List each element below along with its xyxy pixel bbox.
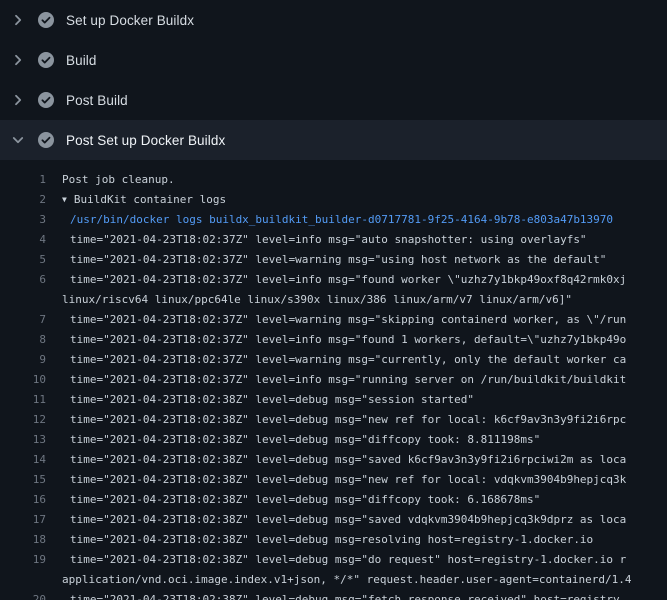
log-line: 2 ▼ BuildKit container logs xyxy=(0,190,667,210)
line-number[interactable]: 19 xyxy=(0,550,46,570)
line-number[interactable]: 10 xyxy=(0,370,46,390)
log-line: 15 time="2021-04-23T18:02:38Z" level=deb… xyxy=(0,470,667,490)
step-label: Set up Docker Buildx xyxy=(66,13,194,28)
line-number[interactable]: 2 xyxy=(0,190,46,210)
log-text: time="2021-04-23T18:02:37Z" level=warnin… xyxy=(46,310,626,330)
log-line: linux/riscv64 linux/ppc64le linux/s390x … xyxy=(0,290,667,310)
line-number[interactable]: 6 xyxy=(0,270,46,290)
step-row[interactable]: Post Set up Docker Buildx xyxy=(0,120,667,160)
log-text: time="2021-04-23T18:02:38Z" level=debug … xyxy=(46,550,626,570)
line-number[interactable]: 20 xyxy=(0,590,46,600)
line-number[interactable]: 14 xyxy=(0,450,46,470)
group-collapse-icon[interactable]: ▼ xyxy=(62,190,67,210)
log-line: 18 time="2021-04-23T18:02:38Z" level=deb… xyxy=(0,530,667,550)
log-line: 14 time="2021-04-23T18:02:38Z" level=deb… xyxy=(0,450,667,470)
log-line: 20 time="2021-04-23T18:02:38Z" level=deb… xyxy=(0,590,667,600)
chevron-down-icon xyxy=(10,132,26,148)
log-text: time="2021-04-23T18:02:37Z" level=warnin… xyxy=(46,250,606,270)
line-number[interactable]: 9 xyxy=(0,350,46,370)
log-line: 3 /usr/bin/docker logs buildx_buildkit_b… xyxy=(0,210,667,230)
line-number[interactable]: 4 xyxy=(0,230,46,250)
step-row[interactable]: Post Build xyxy=(0,80,667,120)
log-line: 17 time="2021-04-23T18:02:38Z" level=deb… xyxy=(0,510,667,530)
step-row[interactable]: Build xyxy=(0,40,667,80)
log-line: 10 time="2021-04-23T18:02:37Z" level=inf… xyxy=(0,370,667,390)
log-line: 7 time="2021-04-23T18:02:37Z" level=warn… xyxy=(0,310,667,330)
step-label: Post Build xyxy=(66,93,128,108)
step-row[interactable]: Set up Docker Buildx xyxy=(0,0,667,40)
log-line: 5 time="2021-04-23T18:02:37Z" level=warn… xyxy=(0,250,667,270)
line-number[interactable]: 5 xyxy=(0,250,46,270)
line-number[interactable]: 17 xyxy=(0,510,46,530)
check-circle-icon xyxy=(38,12,54,28)
log-line: 11 time="2021-04-23T18:02:38Z" level=deb… xyxy=(0,390,667,410)
log-line: 1 Post job cleanup. xyxy=(0,170,667,190)
log-text: time="2021-04-23T18:02:38Z" level=debug … xyxy=(46,590,620,600)
step-label: Post Set up Docker Buildx xyxy=(66,133,225,148)
log-text: application/vnd.oci.image.index.v1+json,… xyxy=(46,570,632,590)
command-text: /usr/bin/docker logs buildx_buildkit_bui… xyxy=(46,210,613,230)
log-text: linux/riscv64 linux/ppc64le linux/s390x … xyxy=(46,290,572,310)
line-number[interactable]: 8 xyxy=(0,330,46,350)
log-line: 8 time="2021-04-23T18:02:37Z" level=info… xyxy=(0,330,667,350)
log-text: time="2021-04-23T18:02:37Z" level=info m… xyxy=(46,230,587,250)
check-circle-icon xyxy=(38,132,54,148)
step-label: Build xyxy=(66,53,97,68)
log-line: 13 time="2021-04-23T18:02:38Z" level=deb… xyxy=(0,430,667,450)
log-text: ▼ BuildKit container logs xyxy=(46,190,226,210)
log-text: time="2021-04-23T18:02:38Z" level=debug … xyxy=(46,490,540,510)
log-area: 1 Post job cleanup. 2 ▼ BuildKit containe… xyxy=(0,160,667,600)
log-text: time="2021-04-23T18:02:37Z" level=info m… xyxy=(46,330,626,350)
log-text: time="2021-04-23T18:02:37Z" level=info m… xyxy=(46,370,626,390)
step-list: Set up Docker Buildx Build Post Build xyxy=(0,0,667,160)
line-number[interactable]: 18 xyxy=(0,530,46,550)
log-line: 19 time="2021-04-23T18:02:38Z" level=deb… xyxy=(0,550,667,570)
log-line: 12 time="2021-04-23T18:02:38Z" level=deb… xyxy=(0,410,667,430)
log-text: time="2021-04-23T18:02:38Z" level=debug … xyxy=(46,450,626,470)
group-label: BuildKit container logs xyxy=(74,193,226,206)
actions-log-viewer: Set up Docker Buildx Build Post Build xyxy=(0,0,667,600)
log-line: 4 time="2021-04-23T18:02:37Z" level=info… xyxy=(0,230,667,250)
log-line: 6 time="2021-04-23T18:02:37Z" level=info… xyxy=(0,270,667,290)
chevron-right-icon xyxy=(10,12,26,28)
log-text: Post job cleanup. xyxy=(46,170,175,190)
chevron-right-icon xyxy=(10,52,26,68)
log-text: time="2021-04-23T18:02:38Z" level=debug … xyxy=(46,410,626,430)
line-number xyxy=(0,570,46,590)
line-number[interactable]: 15 xyxy=(0,470,46,490)
log-text: time="2021-04-23T18:02:38Z" level=debug … xyxy=(46,430,540,450)
log-text: time="2021-04-23T18:02:38Z" level=debug … xyxy=(46,470,626,490)
log-line: application/vnd.oci.image.index.v1+json,… xyxy=(0,570,667,590)
line-number[interactable]: 3 xyxy=(0,210,46,230)
line-number[interactable]: 7 xyxy=(0,310,46,330)
line-number[interactable]: 12 xyxy=(0,410,46,430)
log-text: time="2021-04-23T18:02:37Z" level=warnin… xyxy=(46,350,626,370)
log-text: time="2021-04-23T18:02:38Z" level=debug … xyxy=(46,530,593,550)
line-number[interactable]: 1 xyxy=(0,170,46,190)
line-number[interactable]: 13 xyxy=(0,430,46,450)
log-text: time="2021-04-23T18:02:37Z" level=info m… xyxy=(46,270,626,290)
log-line: 9 time="2021-04-23T18:02:37Z" level=warn… xyxy=(0,350,667,370)
line-number[interactable]: 11 xyxy=(0,390,46,410)
log-text: time="2021-04-23T18:02:38Z" level=debug … xyxy=(46,390,474,410)
log-text: time="2021-04-23T18:02:38Z" level=debug … xyxy=(46,510,626,530)
chevron-right-icon xyxy=(10,92,26,108)
check-circle-icon xyxy=(38,92,54,108)
log-line: 16 time="2021-04-23T18:02:38Z" level=deb… xyxy=(0,490,667,510)
line-number xyxy=(0,290,46,310)
check-circle-icon xyxy=(38,52,54,68)
line-number[interactable]: 16 xyxy=(0,490,46,510)
